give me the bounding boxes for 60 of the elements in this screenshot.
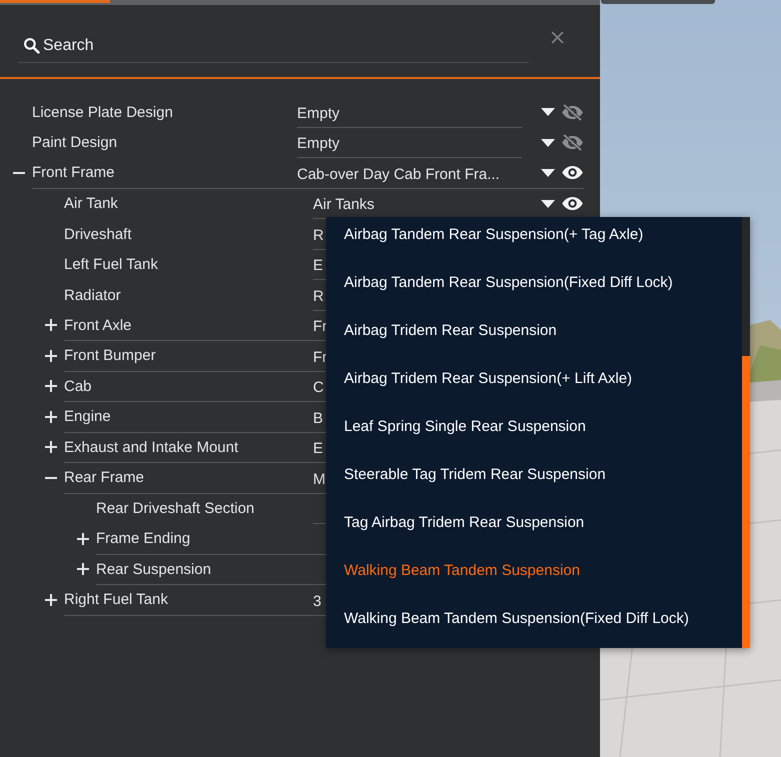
dropdown-value[interactable]: R xyxy=(313,226,324,244)
dropdown-value[interactable]: Cab-over Day Cab Front Fra... xyxy=(297,166,500,183)
expand-icon[interactable] xyxy=(45,410,57,423)
dropdown-option[interactable]: Steerable Tag Tridem Rear Suspension xyxy=(326,450,742,498)
property-label: Rear Driveshaft Section xyxy=(96,500,254,518)
expand-icon[interactable] xyxy=(45,319,57,332)
caret-icon[interactable] xyxy=(541,168,555,177)
scrollbar-thumb[interactable] xyxy=(742,356,750,648)
dropdown-option[interactable]: Airbag Tridem Rear Suspension xyxy=(326,306,742,354)
dropdown-value[interactable]: B xyxy=(313,410,324,427)
property-label: Front Frame xyxy=(32,164,115,182)
dropdown-value[interactable]: Empty xyxy=(297,104,340,122)
eye-icon[interactable] xyxy=(561,196,584,212)
caret-icon[interactable] xyxy=(541,138,555,147)
dropdown-option[interactable]: Airbag Tandem Rear Suspension(Fixed Diff Lock) xyxy=(326,258,742,306)
expand-icon[interactable] xyxy=(77,563,89,576)
dropdown-value[interactable]: Fr xyxy=(313,348,328,366)
search-icon xyxy=(23,37,40,54)
dropdown-value[interactable]: Air Tanks xyxy=(313,196,374,214)
dropdown-value[interactable]: Fr xyxy=(313,318,328,336)
property-label: License Plate Design xyxy=(32,104,173,121)
dropdown-option[interactable]: Airbag Tandem Rear Suspension(+ Tag Axle) xyxy=(326,217,742,258)
eye-slash-icon[interactable] xyxy=(561,104,584,121)
caret-icon[interactable] xyxy=(541,200,555,208)
dropdown-option[interactable]: Walking Beam Tandem Suspension(Fixed Diff Lock) xyxy=(326,594,742,642)
property-label: Engine xyxy=(64,408,111,426)
search-field[interactable]: Search xyxy=(18,29,529,63)
expand-icon[interactable] xyxy=(45,594,57,606)
property-label: Right Fuel Tank xyxy=(64,591,168,608)
property-label: Cab xyxy=(64,378,92,395)
property-label: Left Fuel Tank xyxy=(64,256,158,274)
eye-slash-icon[interactable] xyxy=(561,134,584,152)
dropdown-option[interactable]: Airbag Tridem Rear Suspension(+ Lift Axle) xyxy=(326,354,742,402)
property-label: Front Axle xyxy=(64,316,132,334)
property-label: Exhaust and Intake Mount xyxy=(64,438,238,456)
caret-icon[interactable] xyxy=(541,108,555,116)
property-label: Radiator xyxy=(64,286,121,304)
dropdown-value[interactable]: R xyxy=(313,288,324,305)
dropdown-option[interactable]: Tag Airbag Tridem Rear Suspension xyxy=(326,498,742,546)
dropdown-option[interactable]: Walking Beam Tandem Suspension xyxy=(326,546,742,594)
property-label: Frame Ending xyxy=(96,530,190,548)
expand-icon[interactable] xyxy=(45,380,57,392)
property-label: Rear Frame xyxy=(64,469,144,486)
expand-icon[interactable] xyxy=(77,532,89,545)
dropdown-option[interactable]: Leaf Spring Single Rear Suspension xyxy=(326,402,742,450)
property-label: Rear Suspension xyxy=(96,560,212,578)
property-label: Driveshaft xyxy=(64,226,132,243)
dropdown-value[interactable]: E xyxy=(313,257,324,274)
dropdown-value[interactable]: 3 xyxy=(313,592,322,610)
dropdown-value[interactable]: C xyxy=(313,379,324,396)
dropdown-value[interactable]: E xyxy=(313,440,324,458)
property-label: Paint Design xyxy=(32,134,118,152)
dropdown-value[interactable]: M xyxy=(313,470,326,488)
close-icon[interactable] xyxy=(551,30,564,44)
eye-icon[interactable] xyxy=(561,165,584,180)
expand-icon[interactable] xyxy=(45,350,57,362)
dropdown-value[interactable]: Empty xyxy=(297,135,340,152)
property-label: Air Tank xyxy=(64,195,118,212)
expand-icon[interactable] xyxy=(45,441,57,454)
property-label: Front Bumper xyxy=(64,347,156,364)
